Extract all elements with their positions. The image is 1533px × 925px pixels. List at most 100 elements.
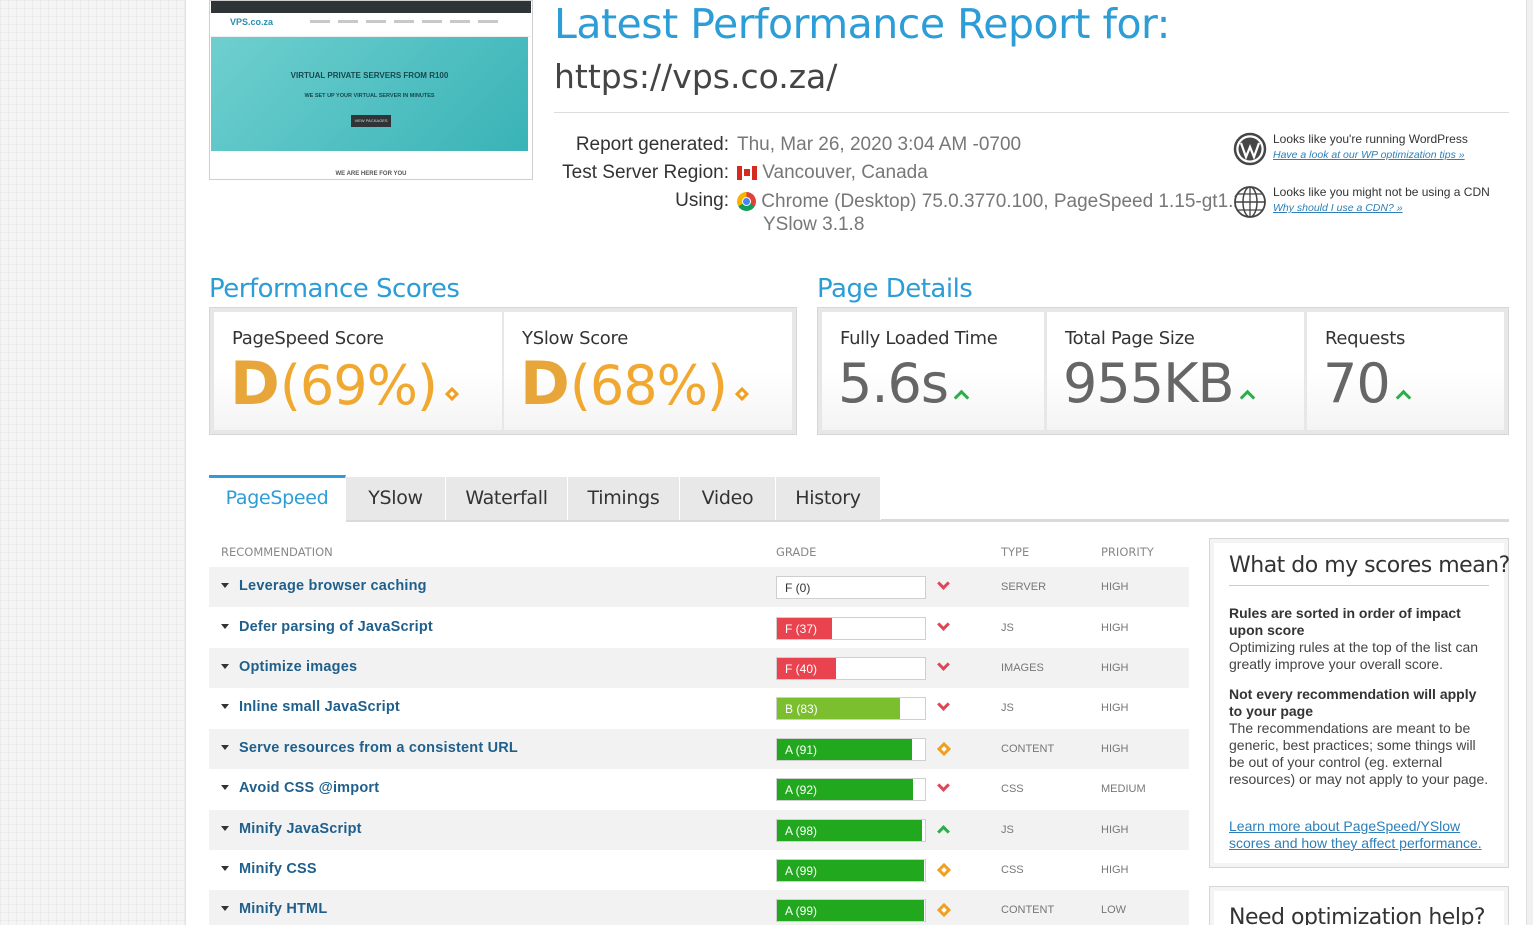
table-row[interactable]: Minify JavaScript A (98) JS HIGH [209, 810, 1189, 850]
wordpress-icon [1233, 132, 1267, 166]
column-header-recommendation[interactable]: RECOMMENDATION [221, 545, 333, 559]
chevron-up-icon [937, 823, 951, 838]
pagespeed-score-cell: PageSpeed Score D(69%) [214, 312, 502, 430]
yslow-score-cell: YSlow Score D(68%) [504, 312, 792, 430]
table-row[interactable]: Minify CSS A (99) CSS HIGH [209, 850, 1189, 890]
chevron-down-icon [937, 658, 951, 675]
tab-history[interactable]: History [776, 477, 881, 520]
scores-help-p1-bold: Rules are sorted in order of impact upon… [1229, 605, 1461, 638]
table-row[interactable]: Leverage browser caching F (0) SERVER HIGH [209, 567, 1189, 607]
table-row[interactable]: Optimize images F (40) IMAGES HIGH [209, 648, 1189, 688]
recommendation-name[interactable]: Minify CSS [239, 861, 317, 877]
thumbnail-hero: VIRTUAL PRIVATE SERVERS FROM R100 WE SET… [211, 37, 528, 151]
optimization-help-title: Need optimization help? [1229, 905, 1486, 925]
yslow-score-value: D(68%) [520, 349, 750, 433]
performance-scores-heading: Performance Scores [209, 274, 460, 304]
table-row[interactable]: Avoid CSS @import A (92) CSS MEDIUM [209, 769, 1189, 809]
tab-video[interactable]: Video [680, 477, 776, 520]
caret-down-icon[interactable] [221, 745, 229, 750]
recommendation-type: CONTENT [1001, 904, 1055, 916]
region-value-wrap: Vancouver, Canada [737, 162, 928, 184]
no-change-icon [936, 741, 952, 757]
canada-flag-icon [737, 165, 757, 180]
recommendation-name[interactable]: Serve resources from a consistent URL [239, 740, 518, 756]
caret-down-icon[interactable] [221, 866, 229, 871]
divider [1229, 585, 1489, 586]
thumbnail-hero-title: VIRTUAL PRIVATE SERVERS FROM R100 [290, 71, 449, 80]
trend-mark [937, 698, 950, 711]
wp-optimization-tips-link[interactable]: Have a look at our WP optimization tips … [1273, 149, 1465, 161]
thumbnail-bottom-text: WE ARE HERE FOR YOU [335, 171, 407, 177]
grade-bar: A (99) [776, 899, 926, 922]
globe-icon [1234, 186, 1266, 218]
trend-mark [936, 862, 952, 878]
column-header-priority[interactable]: PRIORITY [1101, 545, 1154, 559]
tab-waterfall[interactable]: Waterfall [446, 477, 568, 520]
recommendation-name[interactable]: Defer parsing of JavaScript [239, 619, 433, 635]
tab-timings[interactable]: Timings [568, 477, 680, 520]
recommendation-name[interactable]: Minify HTML [239, 901, 327, 917]
tab-yslow[interactable]: YSlow [346, 477, 446, 520]
grade-bar: A (91) [776, 738, 926, 761]
caret-down-icon[interactable] [221, 906, 229, 911]
chevron-down-icon [937, 779, 951, 796]
no-change-icon [936, 902, 952, 918]
cdn-notice-text: Looks like you might not be using a CDN [1273, 185, 1490, 199]
table-row[interactable]: Defer parsing of JavaScript F (37) JS HIGH [209, 608, 1189, 648]
using-value-wrap: Chrome (Desktop) 75.0.3770.100, PageSpee… [737, 190, 1249, 236]
caret-down-icon[interactable] [221, 664, 229, 669]
grade-text: F (37) [785, 622, 818, 636]
report-url: https://vps.co.za/ [554, 57, 838, 96]
trend-mark [937, 618, 950, 631]
tab-pagespeed[interactable]: PageSpeed [209, 475, 346, 522]
recommendation-type: CONTENT [1001, 743, 1055, 755]
thumbnail-hero-button: VIEW PACKAGES [351, 115, 391, 127]
caret-down-icon[interactable] [221, 785, 229, 790]
recommendation-priority: LOW [1101, 904, 1127, 916]
scores-help-p1-text: Optimizing rules at the top of the list … [1229, 639, 1479, 672]
caret-down-icon[interactable] [221, 826, 229, 831]
yslow-grade-letter: D [520, 349, 570, 419]
pagespeed-grade-percent: (69%) [279, 354, 438, 417]
grade-bar: F (37) [776, 617, 926, 640]
using-value-line1: Chrome (Desktop) 75.0.3770.100, PageSpee… [761, 191, 1250, 212]
recommendation-name[interactable]: Optimize images [239, 659, 357, 675]
caret-down-icon[interactable] [221, 583, 229, 588]
scores-help-p2: Not every recommendation will apply to y… [1229, 686, 1492, 788]
no-change-icon [936, 862, 952, 878]
caret-down-icon[interactable] [221, 624, 229, 629]
recommendation-type: JS [1001, 702, 1014, 714]
trend-mark [936, 741, 952, 757]
why-use-cdn-link[interactable]: Why should I use a CDN? » [1273, 202, 1403, 214]
scores-help-p2-text: The recommendations are meant to be gene… [1229, 720, 1489, 787]
learn-more-scores-link[interactable]: Learn more about PageSpeed/YSlow scores … [1229, 818, 1492, 852]
divider [554, 112, 1509, 113]
arrow-up-icon [953, 389, 970, 406]
yslow-score-label: YSlow Score [522, 328, 628, 349]
recommendation-name[interactable]: Minify JavaScript [239, 821, 362, 837]
recommendation-priority: HIGH [1101, 622, 1129, 634]
table-row[interactable]: Serve resources from a consistent URL A (… [209, 729, 1189, 769]
recommendation-name[interactable]: Inline small JavaScript [239, 699, 400, 715]
recommendation-name[interactable]: Avoid CSS @import [239, 780, 379, 796]
site-screenshot-thumbnail[interactable]: VPS.co.za VIRTUAL PRIVATE SERVERS FROM R… [209, 0, 533, 180]
column-header-grade[interactable]: GRADE [776, 545, 816, 559]
grade-bar: F (0) [776, 576, 926, 599]
thumbnail-logo: VPS.co.za [230, 17, 274, 27]
recommendation-type: IMAGES [1001, 662, 1044, 674]
caret-down-icon[interactable] [221, 704, 229, 709]
using-value-line2: YSlow 3.1.8 [763, 214, 865, 235]
no-change-icon [734, 386, 750, 401]
grade-text: F (40) [785, 662, 818, 676]
requests-value-wrap: 70 [1323, 350, 1411, 431]
arrow-up-icon [1239, 389, 1255, 406]
column-header-type[interactable]: TYPE [1001, 545, 1029, 559]
table-row[interactable]: Minify HTML A (99) CONTENT LOW [209, 890, 1189, 925]
page-size-cell: Total Page Size 955KB [1047, 312, 1304, 430]
arrow-up-icon [1395, 389, 1411, 406]
table-row[interactable]: Inline small JavaScript B (83) JS HIGH [209, 688, 1189, 728]
recommendation-priority: HIGH [1101, 824, 1129, 836]
recommendation-priority: MEDIUM [1101, 783, 1146, 795]
chevron-down-icon [937, 618, 951, 635]
recommendation-name[interactable]: Leverage browser caching [239, 578, 427, 594]
